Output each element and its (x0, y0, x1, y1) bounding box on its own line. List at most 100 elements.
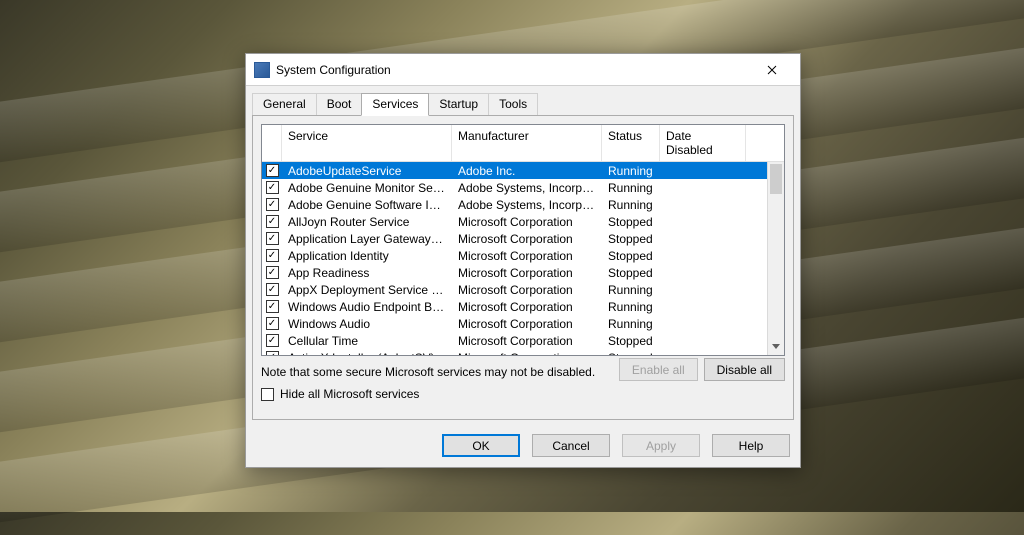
services-listview[interactable]: Service Manufacturer Status Date Disable… (261, 124, 785, 356)
window-title: System Configuration (276, 63, 750, 77)
cell-service: App Readiness (282, 266, 452, 280)
checkbox-icon[interactable] (266, 232, 279, 245)
row-checkbox[interactable] (262, 181, 282, 194)
cell-status: Running (602, 300, 660, 314)
row-checkbox[interactable] (262, 198, 282, 211)
cell-status: Stopped (602, 249, 660, 263)
row-checkbox[interactable] (262, 300, 282, 313)
cell-status: Running (602, 283, 660, 297)
cell-manufacturer: Microsoft Corporation (452, 266, 602, 280)
cell-service: ActiveX Installer (AxInstSV) (282, 351, 452, 356)
table-row[interactable]: Application IdentityMicrosoft Corporatio… (262, 247, 767, 264)
disable-all-button[interactable]: Disable all (704, 358, 785, 381)
cell-manufacturer: Microsoft Corporation (452, 334, 602, 348)
checkbox-icon[interactable] (266, 249, 279, 262)
checkbox-icon[interactable] (266, 164, 279, 177)
cell-manufacturer: Microsoft Corporation (452, 351, 602, 356)
row-checkbox[interactable] (262, 215, 282, 228)
hide-microsoft-checkbox[interactable]: Hide all Microsoft services (261, 387, 785, 401)
tab-startup[interactable]: Startup (428, 93, 489, 116)
close-icon[interactable] (750, 56, 794, 84)
checkbox-icon[interactable] (266, 300, 279, 313)
checkbox-icon[interactable] (266, 198, 279, 211)
cell-status: Running (602, 181, 660, 195)
column-scroll-spacer (746, 125, 763, 161)
row-checkbox[interactable] (262, 317, 282, 330)
row-checkbox[interactable] (262, 232, 282, 245)
cell-status: Stopped (602, 351, 660, 356)
cell-status: Stopped (602, 215, 660, 229)
table-row[interactable]: Windows AudioMicrosoft CorporationRunnin… (262, 315, 767, 332)
cell-service: AdobeUpdateService (282, 164, 452, 178)
cancel-button[interactable]: Cancel (532, 434, 610, 457)
cell-manufacturer: Adobe Inc. (452, 164, 602, 178)
column-checkbox[interactable] (262, 125, 282, 161)
cell-status: Stopped (602, 266, 660, 280)
cell-service: Application Layer Gateway Service (282, 232, 452, 246)
cell-manufacturer: Adobe Systems, Incorpora... (452, 198, 602, 212)
cell-status: Running (602, 164, 660, 178)
checkbox-icon[interactable] (266, 215, 279, 228)
tab-boot[interactable]: Boot (316, 93, 363, 116)
tab-tools[interactable]: Tools (488, 93, 538, 116)
cell-manufacturer: Microsoft Corporation (452, 300, 602, 314)
cell-service: Adobe Genuine Software Integri... (282, 198, 452, 212)
checkbox-icon[interactable] (266, 334, 279, 347)
cell-service: Cellular Time (282, 334, 452, 348)
table-row[interactable]: Application Layer Gateway ServiceMicroso… (262, 230, 767, 247)
dialog-button-bar: OK Cancel Apply Help (246, 426, 800, 467)
table-row[interactable]: Adobe Genuine Monitor ServiceAdobe Syste… (262, 179, 767, 196)
cell-manufacturer: Microsoft Corporation (452, 283, 602, 297)
checkbox-icon[interactable] (266, 181, 279, 194)
checkbox-icon[interactable] (261, 388, 274, 401)
help-button[interactable]: Help (712, 434, 790, 457)
column-status[interactable]: Status (602, 125, 660, 161)
vertical-scrollbar[interactable] (767, 162, 784, 355)
table-row[interactable]: Windows Audio Endpoint BuilderMicrosoft … (262, 298, 767, 315)
cell-status: Running (602, 198, 660, 212)
secure-services-note: Note that some secure Microsoft services… (261, 365, 595, 379)
row-checkbox[interactable] (262, 266, 282, 279)
services-panel: Service Manufacturer Status Date Disable… (252, 115, 794, 420)
column-service[interactable]: Service (282, 125, 452, 161)
scroll-down-icon[interactable] (768, 338, 784, 355)
column-manufacturer[interactable]: Manufacturer (452, 125, 602, 161)
enable-all-button[interactable]: Enable all (619, 358, 698, 381)
checkbox-icon[interactable] (266, 283, 279, 296)
cell-service: AllJoyn Router Service (282, 215, 452, 229)
cell-status: Stopped (602, 232, 660, 246)
table-row[interactable]: AdobeUpdateServiceAdobe Inc.Running (262, 162, 767, 179)
cell-service: Windows Audio (282, 317, 452, 331)
listview-body: AdobeUpdateServiceAdobe Inc.RunningAdobe… (262, 162, 784, 355)
table-row[interactable]: App ReadinessMicrosoft CorporationStoppe… (262, 264, 767, 281)
table-row[interactable]: AllJoyn Router ServiceMicrosoft Corporat… (262, 213, 767, 230)
column-date-disabled[interactable]: Date Disabled (660, 125, 746, 161)
cell-status: Stopped (602, 334, 660, 348)
row-checkbox[interactable] (262, 249, 282, 262)
cell-manufacturer: Microsoft Corporation (452, 317, 602, 331)
table-row[interactable]: Adobe Genuine Software Integri...Adobe S… (262, 196, 767, 213)
table-row[interactable]: AppX Deployment Service (App...Microsoft… (262, 281, 767, 298)
row-checkbox[interactable] (262, 283, 282, 296)
checkbox-icon[interactable] (266, 317, 279, 330)
ok-button[interactable]: OK (442, 434, 520, 457)
checkbox-icon[interactable] (266, 266, 279, 279)
checkbox-icon[interactable] (266, 351, 279, 355)
tab-services[interactable]: Services (361, 93, 429, 116)
cell-service: Application Identity (282, 249, 452, 263)
row-checkbox[interactable] (262, 164, 282, 177)
row-checkbox[interactable] (262, 351, 282, 355)
apply-button[interactable]: Apply (622, 434, 700, 457)
app-icon (254, 62, 270, 78)
listview-header[interactable]: Service Manufacturer Status Date Disable… (262, 125, 784, 162)
system-configuration-dialog: System Configuration General Boot Servic… (245, 53, 801, 468)
tab-general[interactable]: General (252, 93, 317, 116)
hide-microsoft-label: Hide all Microsoft services (280, 387, 419, 401)
cell-service: Windows Audio Endpoint Builder (282, 300, 452, 314)
row-checkbox[interactable] (262, 334, 282, 347)
table-row[interactable]: Cellular TimeMicrosoft CorporationStoppe… (262, 332, 767, 349)
titlebar[interactable]: System Configuration (246, 54, 800, 86)
table-row[interactable]: ActiveX Installer (AxInstSV)Microsoft Co… (262, 349, 767, 355)
scrollbar-thumb[interactable] (770, 164, 782, 194)
cell-service: AppX Deployment Service (App... (282, 283, 452, 297)
